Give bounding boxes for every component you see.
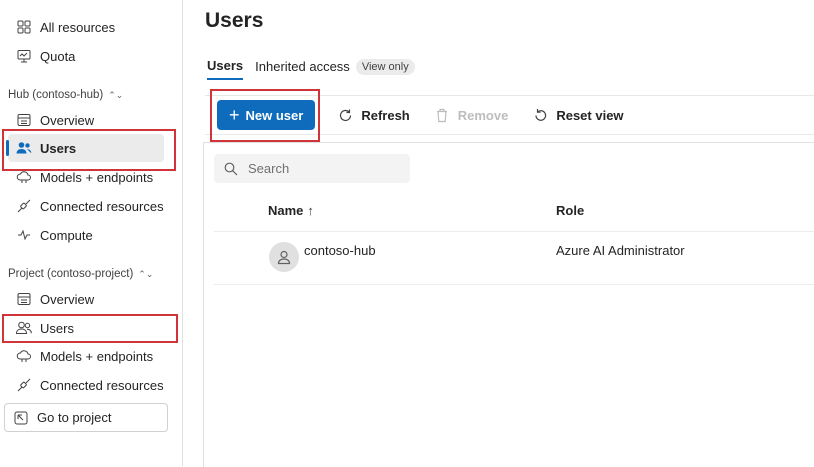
column-header-name[interactable]: Name ↑ — [268, 203, 314, 218]
remove-label: Remove — [457, 107, 509, 123]
tab-inherited-access[interactable]: Inherited access — [255, 59, 350, 79]
trash-icon — [434, 107, 450, 123]
highlight-box — [2, 129, 176, 171]
reset-view-label: Reset view — [556, 107, 624, 123]
avatar — [269, 242, 299, 272]
refresh-button[interactable]: Refresh — [337, 107, 410, 123]
refresh-label: Refresh — [361, 107, 410, 123]
tab-list: Users Inherited access View only — [207, 58, 415, 80]
sidebar: All resources Quota Hub (contoso-hub) ⌃⌄… — [0, 0, 183, 466]
sidebar-item-label: Overview — [40, 112, 95, 128]
sidebar-item-label: Models + endpoints — [40, 348, 154, 364]
users-panel: Search Name ↑ Role contoso-hub Azure AI A… — [203, 142, 814, 467]
sidebar-item-label: Connected resources — [40, 377, 164, 393]
remove-button[interactable]: Remove — [434, 107, 509, 123]
grid-icon — [16, 19, 32, 35]
plug-icon — [16, 377, 32, 393]
plug-icon — [16, 198, 32, 214]
sort-arrow-icon: ↑ — [307, 203, 314, 218]
search-placeholder: Search — [248, 161, 290, 176]
chevron-updown-icon: ⌃⌄ — [138, 268, 154, 279]
cloud-icon — [16, 169, 32, 185]
hub-group-label: Hub (contoso-hub) — [8, 89, 104, 101]
overview-icon — [16, 291, 32, 307]
column-header-label: Name — [268, 203, 304, 218]
cloud-icon — [16, 348, 32, 364]
sidebar-item-all-resources[interactable]: All resources — [8, 13, 164, 41]
view-only-badge: View only — [355, 58, 415, 75]
highlight-box — [2, 314, 178, 343]
overview-icon — [16, 112, 32, 128]
main-content: Users Users Inherited access View only +… — [183, 0, 814, 467]
sidebar-item-label: Quota — [40, 48, 76, 64]
sidebar-item-hub-connected[interactable]: Connected resources — [8, 192, 164, 220]
hub-group-header[interactable]: Hub (contoso-hub) ⌃⌄ — [8, 89, 123, 101]
person-icon — [277, 250, 291, 265]
sidebar-item-label: Overview — [40, 291, 95, 307]
reset-icon — [532, 107, 548, 123]
sidebar-item-label: Connected resources — [40, 198, 164, 214]
sidebar-item-project-connected[interactable]: Connected resources — [8, 371, 164, 399]
project-group-header[interactable]: Project (contoso-project) ⌃⌄ — [8, 268, 153, 280]
sidebar-item-project-overview[interactable]: Overview — [8, 285, 164, 313]
arrow-up-left-icon — [13, 410, 29, 426]
tab-users[interactable]: Users — [207, 58, 244, 80]
project-group-label: Project (contoso-project) — [8, 268, 134, 280]
highlight-box — [210, 89, 320, 142]
user-name: contoso-hub — [304, 243, 376, 258]
user-role: Azure AI Administrator — [556, 243, 685, 258]
monitor-icon — [16, 48, 32, 64]
table-row[interactable]: contoso-hub Azure AI Administrator — [214, 231, 814, 285]
sidebar-item-hub-compute[interactable]: Compute — [8, 221, 164, 249]
sidebar-item-label: Compute — [40, 227, 93, 243]
search-icon — [224, 162, 238, 176]
chevron-updown-icon: ⌃⌄ — [108, 89, 124, 100]
sidebar-item-project-models[interactable]: Models + endpoints — [8, 342, 164, 370]
page-title: Users — [205, 9, 264, 32]
reset-view-button[interactable]: Reset view — [532, 107, 624, 123]
sidebar-item-label: Models + endpoints — [40, 169, 154, 185]
search-input[interactable]: Search — [214, 154, 410, 183]
sidebar-item-label: All resources — [40, 19, 116, 35]
go-to-project-label: Go to project — [37, 410, 112, 425]
pulse-icon — [16, 227, 32, 243]
go-to-project-button[interactable]: Go to project — [4, 403, 168, 432]
sidebar-item-quota[interactable]: Quota — [8, 42, 164, 70]
column-header-role[interactable]: Role — [556, 203, 584, 218]
refresh-icon — [337, 107, 353, 123]
